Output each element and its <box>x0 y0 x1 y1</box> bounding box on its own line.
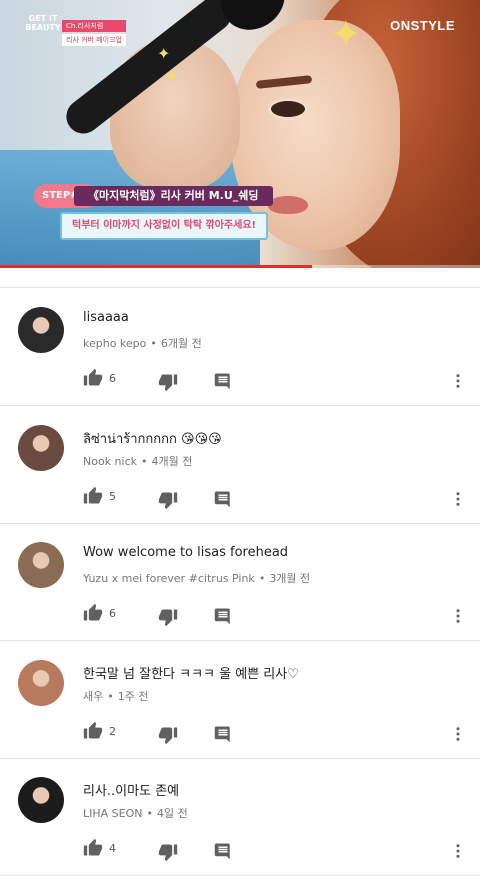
thumb-up-icon[interactable] <box>83 838 103 858</box>
like-count: 6 <box>109 372 116 385</box>
thumb-down-icon[interactable] <box>158 372 178 392</box>
comment-actions: 6 <box>83 603 473 627</box>
reply-comment-icon[interactable] <box>214 490 232 508</box>
comment-meta: 새우 • 1주 전 <box>83 688 149 704</box>
comment-actions: 4 <box>83 838 473 862</box>
comment-item: ลิซ่าน่าร้ากกกกก 😘😘😘 Nook nick • 4개월 전 5 <box>0 406 480 524</box>
video-eye <box>268 98 308 120</box>
comment-actions: 5 <box>83 486 473 510</box>
like-count: 2 <box>109 724 116 738</box>
comment-time: 4개월 전 <box>151 454 193 468</box>
thumb-down-icon[interactable] <box>158 842 178 862</box>
comment-meta: LIHA SEON • 4일 전 <box>83 805 188 821</box>
comment-author[interactable]: LIHA SEON <box>83 807 143 820</box>
comment-meta: Nook nick • 4개월 전 <box>83 453 192 469</box>
thumb-down-icon[interactable] <box>158 725 178 745</box>
thumb-down-icon[interactable] <box>158 490 178 510</box>
comment-author[interactable]: 새우 <box>83 690 103 703</box>
channel-brand: ONSTYLE <box>390 18 455 33</box>
more-vertical-icon[interactable] <box>449 607 467 625</box>
avatar[interactable] <box>18 659 64 706</box>
more-vertical-icon[interactable] <box>449 842 467 860</box>
avatar[interactable] <box>18 777 64 823</box>
thumb-up-icon[interactable] <box>83 721 103 741</box>
video-lips <box>268 196 308 214</box>
more-vertical-icon[interactable] <box>449 490 467 508</box>
video-caption: 《마지막처럼》리사 커버 M.U_쉐딩 <box>74 186 273 206</box>
meta-separator: • <box>141 454 148 468</box>
thumb-up-icon[interactable] <box>83 486 103 506</box>
comment-time: 1주 전 <box>117 689 149 703</box>
comment-item: lisaaaa kepho kepo • 6개월 전 6 <box>0 288 480 406</box>
show-tag-top: Ch.리사처럼 <box>62 20 126 32</box>
show-logo: GET IT BEAUTY <box>25 14 61 32</box>
sparkle-icon: ✦ <box>330 12 362 56</box>
comment-text: Wow welcome to lisas forehead <box>83 545 289 560</box>
more-vertical-icon[interactable] <box>449 725 467 743</box>
progress-fill <box>0 265 312 268</box>
comment-item: 한국말 넘 잘한다 ㅋㅋㅋ 울 예쁜 리사♡ 새우 • 1주 전 2 <box>0 641 480 759</box>
reply-comment-icon[interactable] <box>214 842 232 860</box>
reply-comment-icon[interactable] <box>214 372 232 390</box>
like-count: 5 <box>109 489 116 503</box>
comment-item: Wow welcome to lisas forehead Yuzu x mei… <box>0 523 480 641</box>
comment-text: lisaaaa <box>83 310 129 325</box>
comment-author[interactable]: Yuzu x mei forever #citrus Pink <box>83 572 255 585</box>
avatar[interactable] <box>18 424 64 471</box>
sparkle-icon: ✦ <box>164 66 180 87</box>
reply-comment-icon[interactable] <box>214 725 232 743</box>
comment-text: 리사..이마도 존예 <box>83 784 180 799</box>
avatar[interactable] <box>18 307 64 353</box>
show-tags: Ch.리사처럼 리사 커버 메이크업 <box>62 20 126 46</box>
comment-time: 6개월 전 <box>160 337 202 350</box>
thumb-down-icon[interactable] <box>158 607 178 627</box>
comment-time: 3개월 전 <box>269 572 311 585</box>
progress-bar[interactable] <box>0 265 480 268</box>
comment-item: 리사..이마도 존예 LIHA SEON • 4일 전 4 <box>0 758 480 876</box>
show-tag-bottom: 리사 커버 메이크업 <box>62 34 126 46</box>
comment-actions: 6 <box>83 368 473 392</box>
sparkle-icon: ✦ <box>157 44 171 63</box>
meta-separator: • <box>258 572 266 585</box>
comment-meta: kepho kepo • 6개월 전 <box>83 335 202 351</box>
comment-actions: 2 <box>83 721 473 745</box>
comment-text: ลิซ่าน่าร้ากกกกก 😘😘😘 <box>83 431 222 447</box>
more-vertical-icon[interactable] <box>449 372 467 390</box>
reply-comment-icon[interactable] <box>214 607 232 625</box>
like-count: 4 <box>109 842 116 855</box>
comment-author[interactable]: Nook nick <box>83 455 137 468</box>
meta-separator: • <box>107 689 114 703</box>
meta-separator: • <box>146 807 154 820</box>
meta-separator: • <box>150 337 157 350</box>
thumb-up-icon[interactable] <box>83 368 103 388</box>
comment-author[interactable]: kepho kepo <box>83 337 146 350</box>
avatar[interactable] <box>18 542 64 588</box>
thumb-up-icon[interactable] <box>83 603 103 623</box>
video-subcaption: 턱부터 이마까지 사정없이 탁탁 깎아주세요! <box>60 212 269 240</box>
comment-text: 한국말 넘 잘한다 ㅋㅋㅋ 울 예쁜 리사♡ <box>83 666 299 682</box>
comment-time: 4일 전 <box>157 807 188 820</box>
like-count: 6 <box>109 607 116 620</box>
comment-meta: Yuzu x mei forever #citrus Pink • 3개월 전 <box>83 570 310 586</box>
video-player[interactable]: ✦ ✦ ✦ GET IT BEAUTY Ch.리사처럼 리사 커버 메이크업 O… <box>0 0 480 268</box>
